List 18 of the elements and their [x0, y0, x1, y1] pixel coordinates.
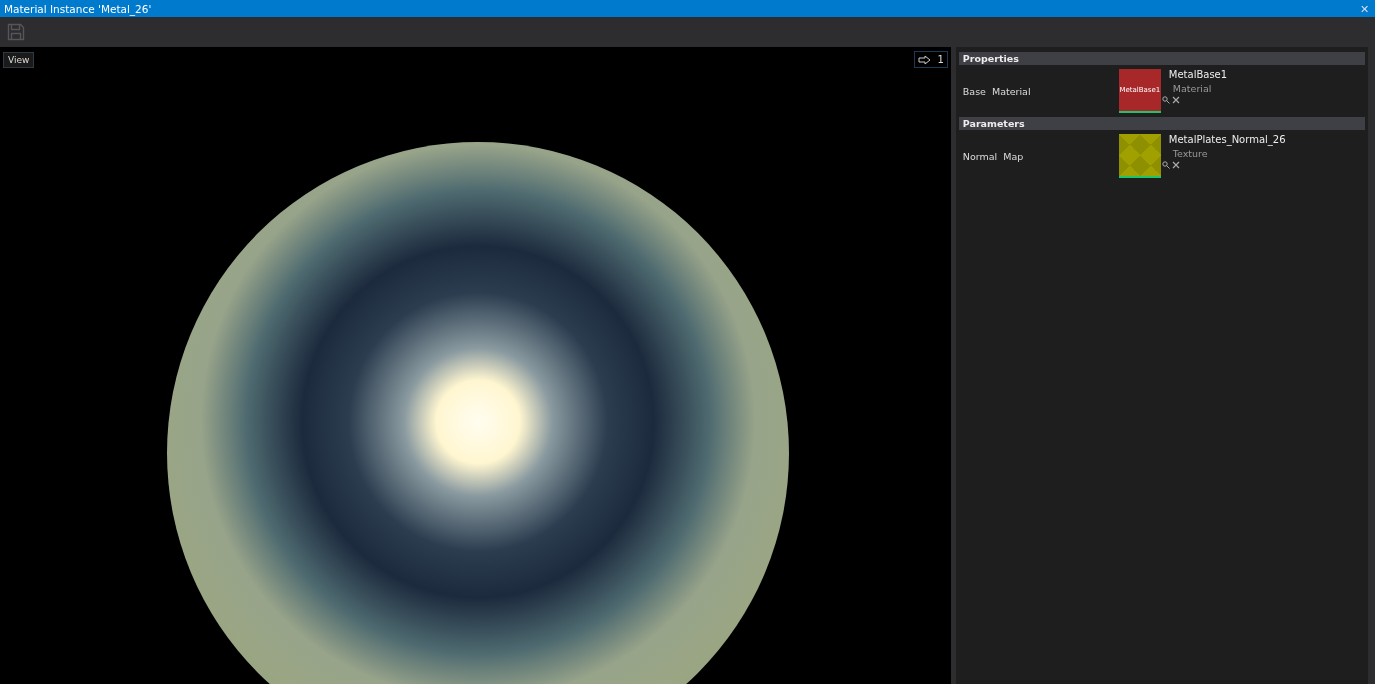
asset-type: Texture [1171, 148, 1209, 159]
asset-type: Material [1171, 83, 1213, 94]
close-button[interactable]: ✕ [1358, 1, 1371, 16]
property-label: Base Material [961, 85, 1032, 97]
clear-icon[interactable] [1171, 96, 1180, 104]
view-button[interactable]: View [3, 52, 35, 68]
property-label: Normal Map [961, 150, 1025, 162]
texture-thumbnail[interactable] [1118, 134, 1161, 178]
asset-name: MetalPlates_Normal_26 [1168, 134, 1286, 145]
search-icon[interactable] [1161, 96, 1170, 104]
section-header[interactable]: Properties [958, 52, 1366, 65]
arrow-icon [918, 54, 933, 65]
window-title: Material Instance 'Metal_26' [4, 2, 152, 15]
camera-speed-button[interactable]: 1 [914, 51, 948, 68]
search-icon[interactable] [1161, 161, 1170, 169]
clear-icon[interactable] [1171, 161, 1180, 169]
asset-name: MetalBase1 [1168, 69, 1228, 80]
section-header[interactable]: Parameters [958, 117, 1366, 130]
